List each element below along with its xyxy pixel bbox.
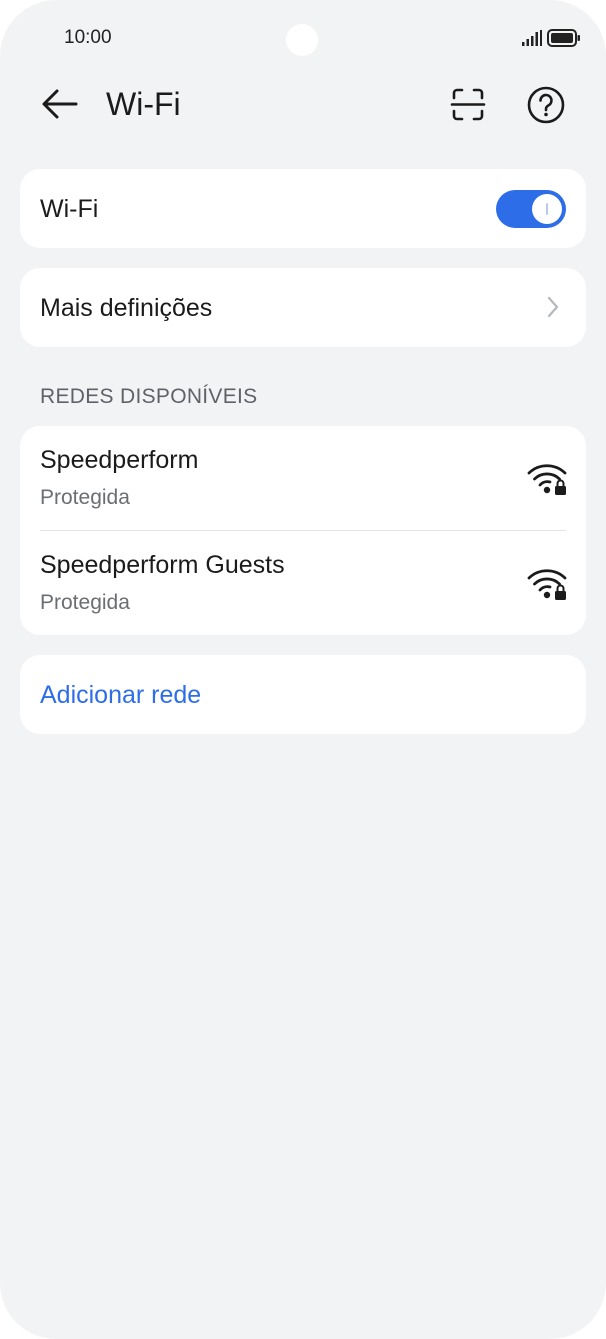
camera-cutout (286, 24, 318, 56)
available-networks-header: REDES DISPONÍVEIS (40, 385, 258, 408)
network-item-speedperform-guests[interactable]: Speedperform Guests Protegida (20, 531, 586, 635)
wifi-toggle-row[interactable]: Wi-Fi (20, 169, 586, 248)
battery-icon (547, 29, 580, 47)
add-network-button[interactable]: Adicionar rede (20, 655, 586, 734)
arrow-left-icon (42, 89, 78, 119)
network-item-speedperform[interactable]: Speedperform Protegida (20, 426, 586, 531)
signal-icon (522, 30, 542, 46)
network-name: Speedperform Guests (40, 551, 285, 579)
scan-qr-icon[interactable] (446, 84, 490, 128)
network-list: Speedperform Protegida Speedperform Gues… (20, 426, 586, 635)
wifi-lock-icon (527, 464, 567, 495)
network-status: Protegida (40, 591, 130, 614)
help-circle-icon[interactable] (524, 83, 568, 127)
phone-screen: 10:00 Wi-Fi Wi-Fi Mais definições REDES … (0, 0, 606, 1339)
network-name: Speedperform (40, 446, 199, 474)
more-settings-row[interactable]: Mais definições (20, 268, 586, 347)
status-time: 10:00 (64, 27, 112, 48)
wifi-lock-icon (527, 569, 567, 600)
more-settings-label: Mais definições (40, 294, 213, 322)
switch-knob (532, 194, 562, 224)
back-button[interactable] (38, 84, 82, 124)
add-network-label: Adicionar rede (40, 681, 202, 709)
chevron-right-icon (547, 296, 559, 318)
page-title: Wi-Fi (106, 86, 181, 122)
wifi-switch[interactable] (496, 190, 566, 228)
wifi-toggle-label: Wi-Fi (40, 195, 99, 223)
network-status: Protegida (40, 486, 130, 509)
